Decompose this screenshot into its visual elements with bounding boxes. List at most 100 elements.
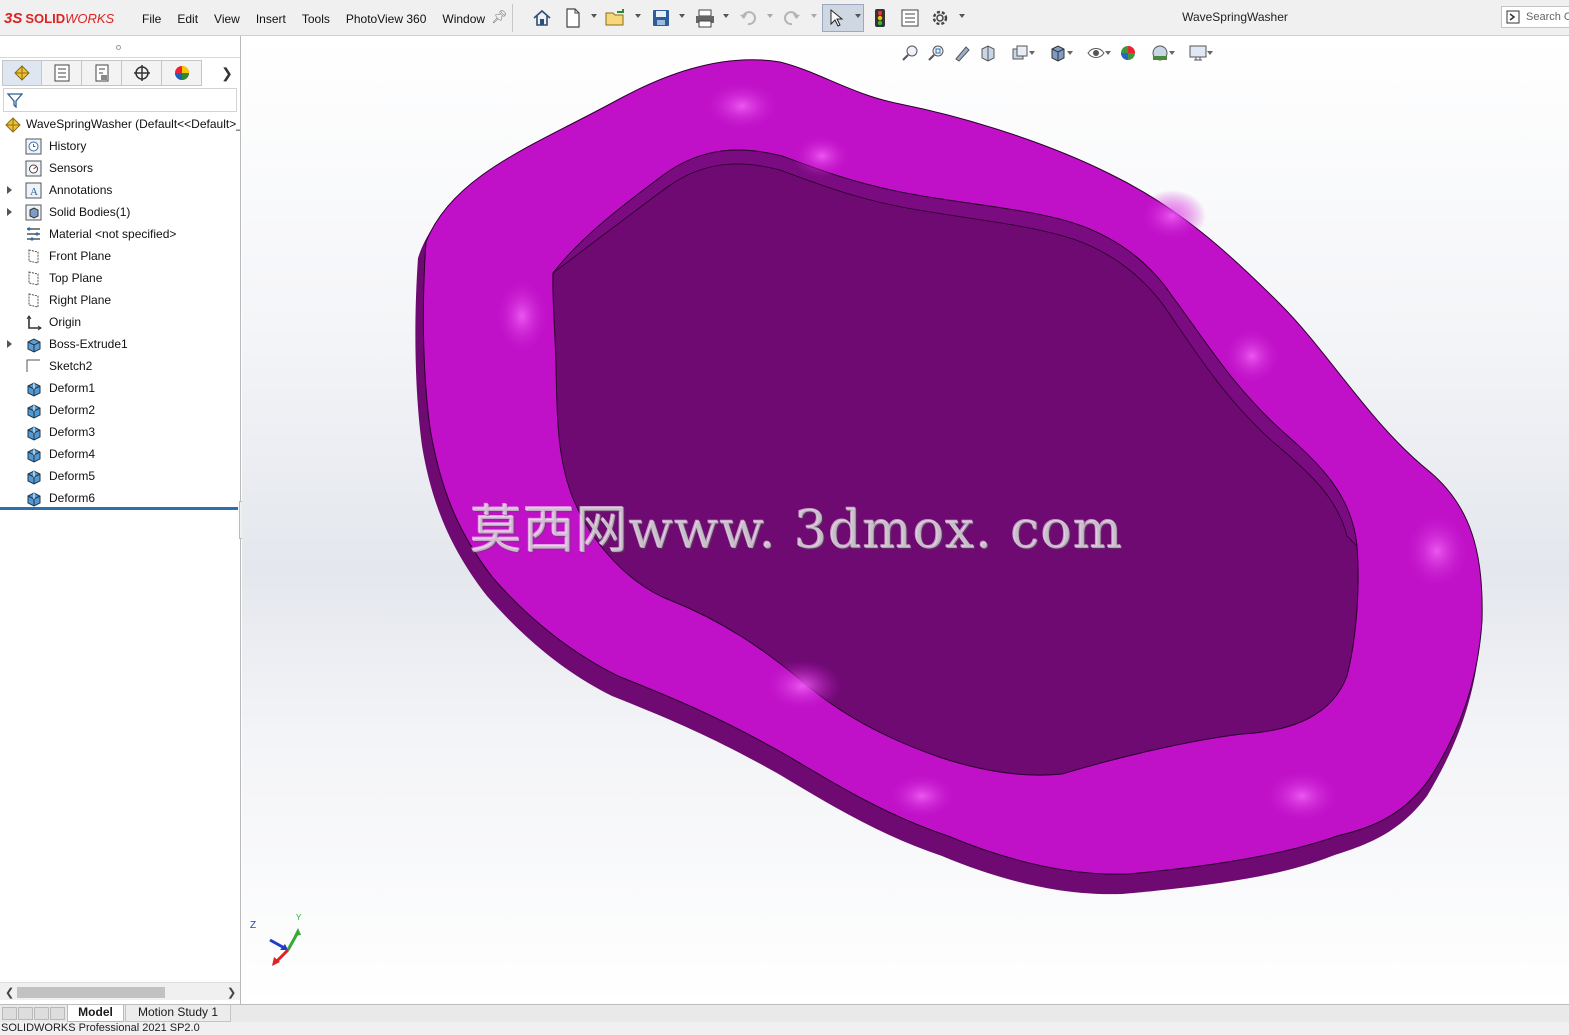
tree-item-solid-bodies-1[interactable]: Solid Bodies(1) <box>0 201 240 223</box>
tree-item-boss-extrude1[interactable]: Boss-Extrude1 <box>0 333 240 355</box>
triad-z-label: Z <box>250 920 256 931</box>
tree-item-deform2[interactable]: Deform2 <box>0 399 240 421</box>
tree-item-deform4[interactable]: Deform4 <box>0 443 240 465</box>
rebuild-button[interactable] <box>871 7 889 29</box>
new-document-button[interactable] <box>563 7 583 29</box>
panel-grip[interactable] <box>0 38 240 58</box>
tabs-more-chevron-icon[interactable]: ❯ <box>220 65 234 81</box>
tab-motion-study[interactable]: Motion Study 1 <box>125 1005 231 1022</box>
plane-icon <box>25 248 42 265</box>
home-button[interactable] <box>531 7 553 29</box>
tab-last-arrow-icon[interactable] <box>50 1007 65 1020</box>
previous-view-button[interactable] <box>949 42 975 64</box>
search-commands-input[interactable]: Search C <box>1501 6 1569 28</box>
home-icon <box>533 9 551 26</box>
tab-next-arrow-icon[interactable] <box>34 1007 49 1020</box>
part-icon <box>4 116 21 133</box>
select-dropdown-icon[interactable] <box>855 14 861 18</box>
new-dropdown-icon[interactable] <box>591 14 597 18</box>
tree-item-material-not-specified[interactable]: Material <not specified> <box>0 223 240 245</box>
tab-first-arrow-icon[interactable] <box>2 1007 17 1020</box>
tab-model[interactable]: Model <box>67 1005 124 1022</box>
edit-appearance-button[interactable] <box>1115 42 1141 64</box>
tab-feature-manager[interactable] <box>2 60 42 86</box>
tab-display-manager[interactable] <box>162 60 202 86</box>
tree-item-origin[interactable]: Origin <box>0 311 240 333</box>
open-dropdown-icon[interactable] <box>635 14 641 18</box>
tab-configuration-manager[interactable] <box>82 60 122 86</box>
open-button[interactable] <box>604 7 628 29</box>
tree-item-right-plane[interactable]: Right Plane <box>0 289 240 311</box>
menu-insert[interactable]: Insert <box>248 10 294 28</box>
apply-scene-button[interactable] <box>1141 42 1179 64</box>
tree-item-label: Origin <box>49 315 82 329</box>
tab-prev-arrow-icon[interactable] <box>18 1007 33 1020</box>
graphics-area[interactable]: 莫西网www. 3dmox. com Z Y <box>242 36 1569 1004</box>
rollback-bar[interactable] <box>0 507 238 510</box>
plane-icon <box>25 270 42 287</box>
options-dropdown-icon[interactable] <box>959 14 965 18</box>
scroll-right-icon[interactable]: ❯ <box>227 986 236 999</box>
tree-item-top-plane[interactable]: Top Plane <box>0 267 240 289</box>
tree-item-deform1[interactable]: Deform1 <box>0 377 240 399</box>
tree-filter-input[interactable] <box>3 88 237 112</box>
menu-photoview[interactable]: PhotoView 360 <box>338 10 435 28</box>
tree-item-deform3[interactable]: Deform3 <box>0 421 240 443</box>
menu-tools[interactable]: Tools <box>294 10 338 28</box>
pin-menu-icon[interactable]: 📌︎ <box>491 9 508 25</box>
watermark-text: 莫西网www. 3dmox. com <box>470 501 1124 561</box>
redo-dropdown-icon[interactable] <box>811 14 817 18</box>
redo-icon <box>784 11 800 26</box>
expand-arrow-icon[interactable] <box>7 208 12 216</box>
tree-item-history[interactable]: History <box>0 135 240 157</box>
tree-horizontal-scrollbar[interactable]: ❮ ❯ <box>0 982 240 1000</box>
triad-y-label: Y <box>296 914 302 922</box>
scroll-left-icon[interactable]: ❮ <box>5 986 14 999</box>
section-view-button[interactable] <box>975 42 1001 64</box>
extrude-icon <box>25 336 42 353</box>
deform-icon <box>25 446 42 463</box>
toolbar-separator <box>512 4 513 32</box>
tree-item-front-plane[interactable]: Front Plane <box>0 245 240 267</box>
reference-triad[interactable]: Z Y <box>248 914 308 970</box>
scrollbar-thumb[interactable] <box>17 987 165 998</box>
tree-item-label: Deform2 <box>49 403 96 417</box>
expand-arrow-icon[interactable] <box>7 186 12 194</box>
highlight-9 <box>886 772 958 820</box>
menu-file[interactable]: File <box>134 10 169 28</box>
print-button[interactable] <box>693 7 717 29</box>
tree-item-sensors[interactable]: Sensors <box>0 157 240 179</box>
redo-button[interactable] <box>781 7 803 29</box>
undo-dropdown-icon[interactable] <box>767 14 773 18</box>
solidworks-logo[interactable]: 3S SOLID WORKS <box>4 8 114 28</box>
tab-property-manager[interactable] <box>42 60 82 86</box>
menu-window[interactable]: Window <box>434 10 493 28</box>
options-button[interactable] <box>929 7 951 29</box>
tree-item-sketch2[interactable]: Sketch2 <box>0 355 240 377</box>
expand-arrow-icon[interactable] <box>7 340 12 348</box>
zoom-to-area-button[interactable] <box>923 42 949 64</box>
menu-edit[interactable]: Edit <box>169 10 206 28</box>
bottom-tab-bar: Model Motion Study 1 <box>0 1004 1569 1022</box>
tab-dimxpert-manager[interactable] <box>122 60 162 86</box>
tree-item-deform6[interactable]: Deform6 <box>0 487 240 509</box>
tree-item-deform5[interactable]: Deform5 <box>0 465 240 487</box>
svg-text:A: A <box>30 186 38 198</box>
gear-icon <box>932 10 948 26</box>
view-orientation-button[interactable] <box>1001 42 1039 64</box>
file-properties-button[interactable] <box>899 7 921 29</box>
tree-item-label: History <box>49 139 87 153</box>
view-settings-button[interactable] <box>1179 42 1217 64</box>
save-dropdown-icon[interactable] <box>679 14 685 18</box>
display-style-button[interactable] <box>1039 42 1077 64</box>
tree-item-annotations[interactable]: A Annotations <box>0 179 240 201</box>
tree-root-part[interactable]: WaveSpringWasher (Default<<Default>_ <box>0 113 240 135</box>
print-dropdown-icon[interactable] <box>723 14 729 18</box>
hide-show-items-button[interactable] <box>1077 42 1115 64</box>
save-button[interactable] <box>650 7 672 29</box>
select-button-face[interactable] <box>826 7 846 29</box>
undo-button[interactable] <box>737 7 759 29</box>
cursor-arrow-icon <box>830 8 844 27</box>
zoom-to-fit-button[interactable] <box>897 42 923 64</box>
menu-view[interactable]: View <box>206 10 248 28</box>
